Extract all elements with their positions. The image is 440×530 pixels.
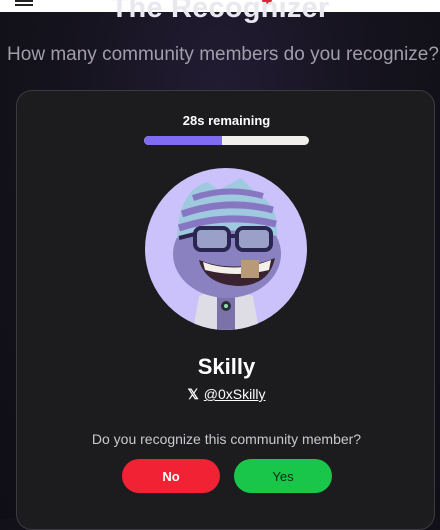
timer-progress-fill <box>144 136 222 145</box>
member-handle-row: 𝕏 @0xSkilly <box>17 386 436 403</box>
recognize-question: Do you recognize this community member? <box>91 431 362 447</box>
page-title: The Recognizer <box>110 0 330 24</box>
x-logo-icon: 𝕏 <box>187 386 199 402</box>
no-button[interactable]: No <box>122 459 220 493</box>
recognizer-card: 28s remaining Skilly 𝕏 @0xSkilly Do you … <box>16 90 435 530</box>
timer-text: 28s remaining <box>182 113 271 128</box>
member-name: Skilly <box>197 354 256 379</box>
member-avatar <box>145 168 307 330</box>
page-subtitle: How many community members do you recogn… <box>7 44 439 65</box>
avatar-illustration <box>173 178 281 330</box>
member-handle-link[interactable]: @0xSkilly <box>204 386 266 402</box>
yes-button[interactable]: Yes <box>234 459 332 493</box>
timer-progress-bar <box>144 136 309 145</box>
